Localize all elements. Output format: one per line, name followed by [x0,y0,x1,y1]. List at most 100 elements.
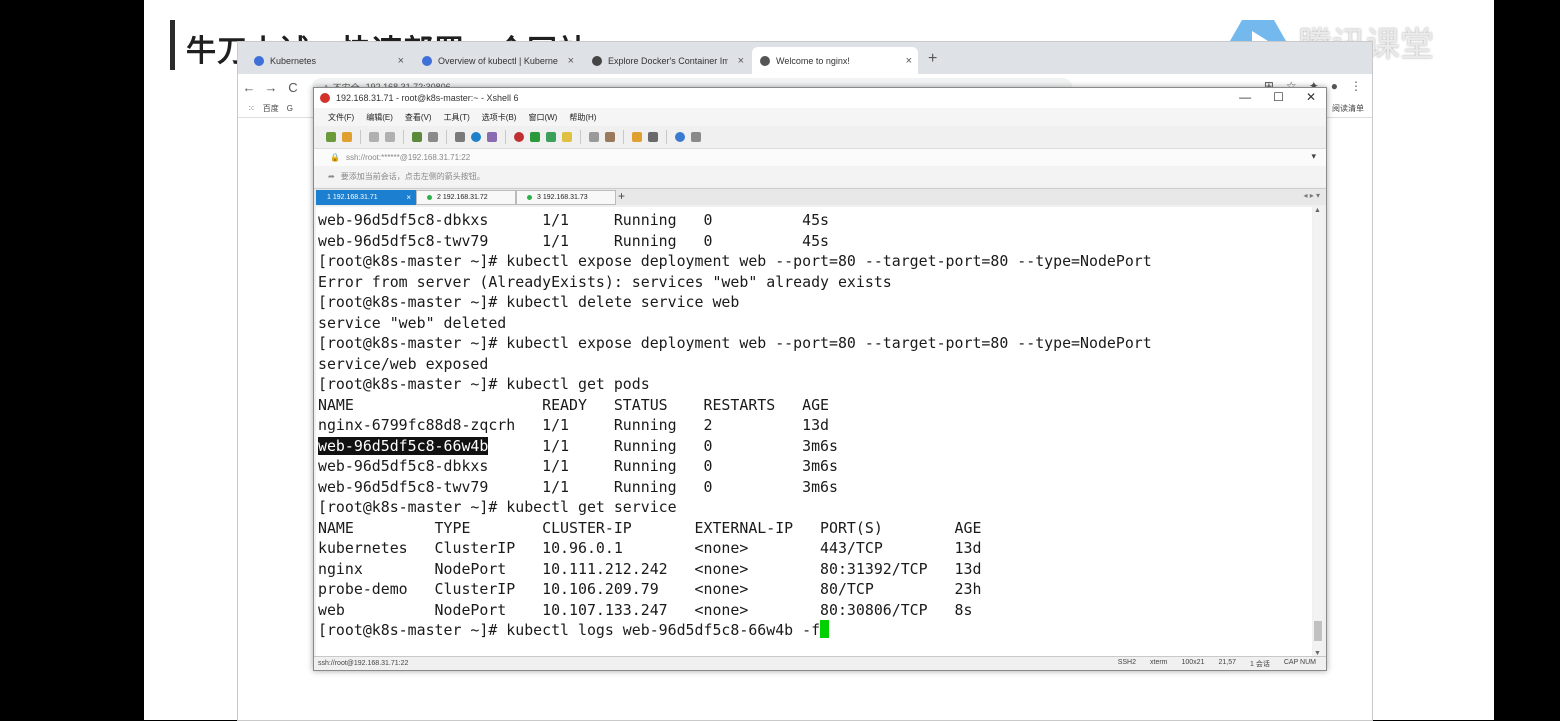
terminal-scrollbar[interactable]: ▲ ▼ [1313,207,1323,657]
help-icon[interactable] [675,132,685,142]
session-tab-3[interactable]: 3 192.168.31.73 [516,190,616,205]
status-right-group: SSH2 xterm 100x21 21,57 1 会话 CAP NUM [1118,659,1316,669]
chat-icon[interactable] [691,132,701,142]
script-icon[interactable] [605,132,615,142]
tab-close-icon[interactable]: × [738,55,744,67]
terminal-line: [root@k8s-master ~]# kubectl expose depl… [318,334,1152,352]
tab-close-icon[interactable]: × [568,55,574,67]
scroll-up-arrow-icon[interactable]: ▲ [1314,207,1321,214]
browser-tab-kubernetes[interactable]: Kubernetes × [246,47,410,74]
new-session-icon[interactable] [326,132,336,142]
title-accent-bar [170,20,175,70]
minimize-icon[interactable]: — [1239,90,1251,104]
connected-dot-icon [527,195,532,200]
address-dropdown-icon[interactable]: ▾ [1311,151,1316,162]
terminal-line: NAME READY STATUS RESTARTS AGE [318,395,830,414]
tab-close-icon[interactable]: × [906,55,912,67]
terminal-lines-before: web-96d5df5c8-dbkxs 1/1 Running 0 45s web… [318,210,1312,436]
globe-icon[interactable] [471,132,481,142]
disconnect-icon[interactable] [385,132,395,142]
kubernetes-favicon-icon [422,55,432,66]
status-sessions: 1 会话 [1250,661,1270,668]
menu-window[interactable]: 窗口(W) [528,112,557,123]
status-term-type: xterm [1150,659,1168,666]
terminal-line: service/web exposed [318,354,489,373]
terminal-line: web-96d5df5c8-twv79 1/1 Running 0 3m6s [318,477,838,496]
xshell-toolbar [314,126,1326,148]
maximize-icon[interactable]: ☐ [1273,90,1284,104]
status-size: 100x21 [1181,659,1205,666]
bookmark-baidu[interactable]: 百度 [263,103,279,114]
globe-favicon-icon [592,55,602,66]
session-tab-1[interactable]: 1 192.168.31.71 × [316,190,416,205]
reconnect-icon[interactable] [412,132,422,142]
menu-tools[interactable]: 工具(T) [444,112,470,123]
status-keys: CAP NUM [1283,659,1316,666]
bookmark-arrow-icon[interactable]: ➦ [328,172,335,181]
tools-icon[interactable] [648,132,658,142]
globe-favicon-icon [760,55,770,66]
profile-avatar-icon[interactable]: ● [1331,79,1338,93]
terminal-line: [root@k8s-master ~]# kubectl delete serv… [318,293,740,311]
menu-edit[interactable]: 编辑(E) [366,112,393,123]
xftp-icon[interactable] [530,132,540,142]
xshell-red-icon[interactable] [514,132,524,142]
terminal-line: [root@k8s-master ~]# kubectl expose depl… [318,252,1152,270]
reload-icon[interactable]: C [282,80,304,95]
xshell-menubar: 文件(F) 编辑(E) 查看(V) 工具(T) 选项卡(B) 窗口(W) 帮助(… [314,108,1326,126]
browser-tab-nginx-welcome[interactable]: Welcome to nginx! × [752,47,918,74]
compose-icon[interactable] [632,132,642,142]
terminal-line: probe-demo ClusterIP 10.106.209.79 <none… [318,580,982,598]
toolbar-divider [580,130,581,144]
fullscreen-icon[interactable] [546,132,556,142]
properties-icon[interactable] [455,132,465,142]
apps-grid-icon[interactable]: ⁙ [248,104,255,113]
screen: 牛刀小试：快速部署一个网站 腾讯课堂 Kubernetes × Overview… [0,0,1560,721]
close-icon[interactable]: ✕ [1306,90,1316,104]
tab-close-icon[interactable]: × [398,55,404,67]
terminal-prompt-line[interactable]: [root@k8s-master ~]# kubectl logs web-96… [318,620,1312,641]
forward-arrow-icon[interactable]: → [260,80,282,95]
new-tab-button[interactable]: + [928,50,937,68]
menu-view[interactable]: 查看(V) [405,112,432,123]
status-connection: ssh://root@192.168.31.71:22 [318,660,409,667]
window-controls: — ☐ ✕ [1239,90,1316,104]
back-arrow-icon[interactable]: ← [238,80,260,95]
menu-file[interactable]: 文件(F) [328,112,354,123]
add-session-tab-button[interactable]: + [618,189,625,203]
status-protocol: SSH2 [1117,659,1136,666]
lock-icon[interactable] [562,132,572,142]
window-title: 192.168.31.71 - root@k8s-master:~ - Xshe… [336,93,519,103]
terminal-lines-after: web-96d5df5c8-dbkxs 1/1 Running 0 3m6s we… [318,456,1312,620]
reading-list[interactable]: 阅读清单 [1332,103,1364,114]
terminal-line: nginx-6799fc88d8-zqcrh 1/1 Running 2 13d [318,416,830,434]
session-address-bar[interactable]: 🔒 ssh://root:******@192.168.31.71:22 ▾ [314,148,1326,166]
menu-tab[interactable]: 选项卡(B) [482,112,517,123]
session-tab-nav[interactable]: ◂ ▸ ▾ [1304,191,1321,200]
terminal-line: [root@k8s-master ~]# kubectl get service [318,498,677,516]
session-tab-2[interactable]: 2 192.168.31.72 [416,190,516,205]
lock-small-icon: 🔒 [330,153,340,162]
font-icon[interactable] [487,132,497,142]
terminal-output[interactable]: web-96d5df5c8-dbkxs 1/1 Running 0 45s web… [316,207,1312,657]
find-magnifier-icon[interactable] [428,132,438,142]
browser-tab-kubectl-overview[interactable]: Overview of kubectl | Kuberne × [414,47,580,74]
menu-kebab-icon[interactable]: ⋮ [1350,79,1362,93]
terminal-line: kubernetes ClusterIP 10.96.0.1 <none> 44… [318,539,982,557]
keyboard-icon[interactable] [589,132,599,142]
bookmark-google[interactable]: G [287,104,293,113]
terminal-line: Error from server (AlreadyExists): servi… [318,272,892,291]
kubernetes-favicon-icon [254,55,264,66]
selected-pod-name: web-96d5df5c8-66w4b [318,436,489,455]
tab-close-icon[interactable]: × [406,193,411,202]
xshell-statusbar: ssh://root@192.168.31.71:22 SSH2 xterm 1… [314,656,1326,670]
scrollbar-thumb[interactable] [1314,621,1322,641]
menu-help[interactable]: 帮助(H) [569,112,596,123]
connect-icon[interactable] [369,132,379,142]
terminal-line: web-96d5df5c8-twv79 1/1 Running 0 45s [318,231,830,250]
open-folder-icon[interactable] [342,132,352,142]
browser-tab-docker-hub[interactable]: Explore Docker's Container Im × [584,47,750,74]
session-hint-text: 要添加当前会话，点击左侧的箭头按钮。 [340,171,485,181]
toolbar-divider [403,130,404,144]
session-tab-bar: 1 192.168.31.71 × 2 192.168.31.72 3 192.… [314,188,1326,205]
